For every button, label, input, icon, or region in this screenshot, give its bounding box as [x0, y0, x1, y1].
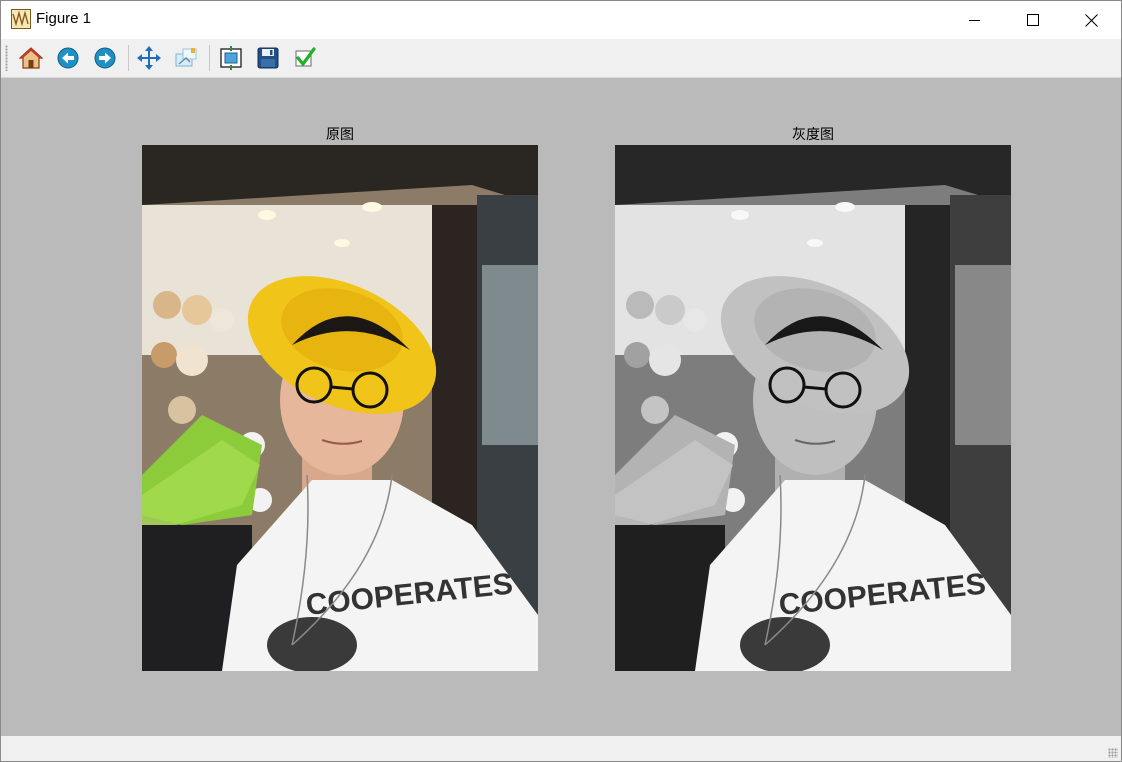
home-button[interactable] [17, 44, 45, 72]
resize-grip-icon[interactable] [1108, 748, 1118, 758]
toolbar-separator [128, 45, 129, 71]
image-original: COOPERATES [142, 145, 538, 671]
back-arrow-icon [57, 47, 79, 69]
minimize-icon [969, 20, 980, 21]
close-icon [1084, 13, 1098, 27]
color-photo: COOPERATES [142, 145, 538, 671]
close-button[interactable] [1062, 1, 1120, 39]
toolbar-grip[interactable] [5, 45, 8, 71]
figure-canvas[interactable]: 原图 COOPERATES 灰度图 COOPERATES [1, 78, 1121, 736]
matplotlib-app-icon [11, 9, 31, 29]
zoom-button[interactable] [172, 44, 200, 72]
forward-button[interactable] [91, 44, 119, 72]
save-button[interactable] [254, 44, 282, 72]
checkmark-icon [295, 47, 316, 67]
maximize-button[interactable] [1004, 1, 1062, 39]
title-bar[interactable]: Figure 1 [1, 1, 1121, 39]
subplots-button[interactable] [217, 44, 245, 72]
back-button[interactable] [54, 44, 82, 72]
floppy-disk-icon [257, 47, 279, 69]
status-bar [1, 736, 1121, 761]
axes-title-original: 原图 [326, 127, 354, 143]
maximize-icon [1027, 14, 1039, 26]
grayscale-photo: COOPERATES [615, 145, 1011, 671]
toolbar-separator [209, 45, 210, 71]
navigation-toolbar [1, 39, 1121, 78]
edit-parameters-button[interactable] [291, 44, 319, 72]
window-title: Figure 1 [36, 10, 92, 27]
zoom-rect-icon [175, 48, 197, 67]
pan-arrows-icon [137, 46, 161, 70]
axes-title-grayscale: 灰度图 [792, 127, 834, 143]
home-icon [19, 47, 43, 69]
minimize-button[interactable] [946, 1, 1004, 39]
configure-subplots-icon [220, 46, 242, 70]
forward-arrow-icon [94, 47, 116, 69]
image-grayscale: COOPERATES [615, 145, 1011, 671]
pan-button[interactable] [135, 44, 163, 72]
figure-window: Figure 1 原图 COOPERATES 灰度图 COOPERATES [0, 0, 1122, 762]
